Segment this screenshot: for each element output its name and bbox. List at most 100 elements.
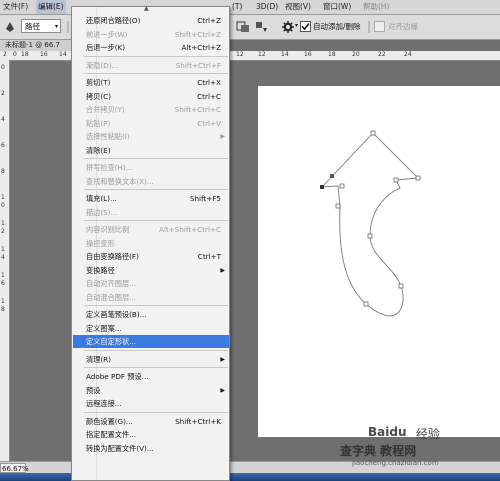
ruler-tick-label: 1	[1, 246, 5, 253]
toolbar-divider	[368, 21, 370, 33]
menu-item-label: 还原闭合路径(O)	[86, 16, 141, 25]
menu-item[interactable]: 自动对齐图层...	[73, 277, 229, 290]
menu-item[interactable]: 自动混合图层...	[73, 291, 229, 304]
drawn-path[interactable]	[258, 86, 500, 437]
menu-item[interactable]: 清理(R) ▶	[73, 353, 229, 366]
menu-item[interactable]: 填充(L)... Shift+F5	[73, 192, 229, 205]
anchor-point-icon[interactable]	[370, 130, 376, 136]
menu-3d[interactable]: 3D(D)	[256, 0, 278, 14]
menu-item[interactable]: 远程连接...	[73, 397, 229, 410]
menu-item-shortcut: Shift+Ctrl+F	[175, 60, 221, 70]
anchor-point-icon[interactable]	[367, 233, 373, 239]
menu-item[interactable]: 变换路径 ▶	[73, 264, 229, 277]
menu-file[interactable]: 文件(F)	[3, 0, 28, 14]
menu-item-label: 自由变换路径(F)	[86, 252, 139, 261]
menu-edit[interactable]: 编辑(E)	[36, 0, 66, 14]
menu-item[interactable]: 渐隐(D)... Shift+Ctrl+F	[73, 59, 229, 72]
menu-tools-partial[interactable]: (T)	[232, 0, 242, 14]
menu-item-label: Adobe PDF 预设...	[86, 372, 149, 381]
path-combine-icon[interactable]	[236, 21, 250, 33]
anchor-point-icon[interactable]	[393, 177, 399, 183]
menu-item[interactable]: 选择性粘贴(I) ▶	[73, 130, 229, 143]
menu-item[interactable]: 描边(S)...	[73, 206, 229, 219]
zoom-field[interactable]: 66.67%	[0, 463, 29, 473]
anchor-point-icon[interactable]	[320, 185, 324, 189]
menu-item-shortcut: Ctrl+Z	[197, 16, 221, 25]
menu-item[interactable]: 自由变换路径(F) Ctrl+T	[73, 250, 229, 263]
menu-item-label: 选择性粘贴(I)	[86, 132, 130, 141]
anchor-point-icon[interactable]	[398, 283, 404, 289]
anchor-point-icon[interactable]	[415, 175, 421, 181]
menu-item-label: 粘贴(P)	[86, 118, 111, 128]
auto-add-delete-label: 自动添加/删除	[313, 22, 361, 31]
menu-item-label: 自动混合图层...	[86, 292, 136, 302]
menu-item[interactable]: 定义画笔预设(B)...	[73, 308, 229, 321]
document-canvas[interactable]	[258, 86, 500, 437]
menu-item[interactable]: 后退一步(K) Alt+Ctrl+Z	[73, 41, 229, 54]
menu-item-shortcut: Shift+Ctrl+Z	[174, 29, 221, 39]
menu-item[interactable]: 剪切(T) Ctrl+X	[73, 76, 229, 89]
menu-item[interactable]: 定义自定形状...	[73, 335, 229, 348]
anchor-point-icon[interactable]	[330, 174, 334, 178]
menu-item[interactable]: 粘贴(P) Ctrl+V	[73, 117, 229, 130]
path-mode-select[interactable]: 路径 ▾	[21, 19, 61, 33]
path-arrange-icon[interactable]	[254, 20, 268, 34]
menu-separator	[84, 220, 228, 221]
menu-item-label: 合并拷贝(Y)	[86, 105, 125, 114]
menu-item-label: 定义图案...	[86, 323, 122, 333]
ruler-tick-label: 22	[378, 51, 386, 58]
anchor-point-icon[interactable]	[339, 183, 345, 189]
document-tab[interactable]: 未标题-1 @ 66.7	[5, 40, 60, 51]
ruler-left: 0 2 4 6 8 1 0 1 2 1 4 1 6 1 8	[0, 60, 10, 461]
menu-item[interactable]: 预设 ▶	[73, 384, 229, 397]
menu-item[interactable]: 合并拷贝(Y) Shift+Ctrl+C	[73, 103, 229, 116]
menu-item[interactable]: Adobe PDF 预设...	[73, 370, 229, 383]
menu-item[interactable]: 清除(E)	[73, 144, 229, 157]
anchor-point-icon[interactable]	[335, 203, 341, 209]
menu-item[interactable]: 拷贝(C) Ctrl+C	[73, 90, 229, 103]
menu-item-shortcut: Ctrl+T	[197, 252, 221, 261]
gear-icon[interactable]	[282, 21, 294, 33]
auto-add-delete-checkbox[interactable]	[300, 21, 311, 32]
menu-item-label: 指定配置文件...	[86, 430, 136, 439]
triangle-right-icon: ▶	[220, 266, 225, 274]
ruler-tick-label: 18	[21, 51, 29, 58]
menu-item-label: 转换为配置文件(V)...	[86, 443, 154, 453]
menu-view[interactable]: 视图(V)	[285, 0, 311, 14]
menu-item[interactable]: 查找和替换文本(X)...	[73, 175, 229, 188]
menu-separator	[84, 349, 228, 351]
menu-item-label: 操控变形	[86, 238, 115, 248]
menu-item[interactable]: 指定配置文件...	[73, 428, 229, 441]
menu-item[interactable]: 定义图案...	[73, 322, 229, 335]
menu-item[interactable]: 前进一步(W) Shift+Ctrl+Z	[73, 28, 229, 41]
ruler-tick-label: 12	[258, 51, 266, 58]
menu-item[interactable]: 还原闭合路径(O) Ctrl+Z	[73, 14, 229, 27]
menu-window[interactable]: 窗口(W)	[323, 0, 351, 14]
menu-item-label: 变换路径	[86, 265, 115, 275]
menu-item-label: 填充(L)...	[86, 194, 117, 203]
ruler-tick-label: 0	[1, 64, 5, 71]
anchor-point-icon[interactable]	[363, 301, 369, 307]
watermark: Baidu 经验 查字典 教程网 jiaocheng.chazidian.com	[338, 425, 498, 473]
menu-item[interactable]: 操控变形	[73, 237, 229, 250]
triangle-right-icon: ▶	[220, 355, 225, 363]
path-mode-value: 路径	[25, 22, 40, 31]
menu-item[interactable]: 颜色设置(G)... Shift+Ctrl+K	[73, 415, 229, 428]
menu-help[interactable]: 帮助(H)	[363, 0, 390, 14]
triangle-up-icon[interactable]: ▲	[144, 5, 149, 12]
menu-item[interactable]: 内容识别比例 Alt+Shift+Ctrl+C	[73, 223, 229, 236]
menu-item-label: 拼写检查(H)...	[86, 163, 133, 172]
pen-tool-icon[interactable]	[4, 21, 16, 33]
menu-item[interactable]: 拼写检查(H)...	[73, 161, 229, 174]
ruler-tick-label: 0	[1, 202, 5, 209]
ruler-tick-label: 14	[59, 51, 67, 58]
align-edges-checkbox[interactable]	[374, 21, 385, 32]
ruler-tick-label: 4	[1, 116, 5, 123]
document-tab-bar: 未标题-1 @ 66.7	[0, 40, 76, 51]
menu-item-label: 渐隐(D)...	[86, 60, 119, 70]
menu-item-shortcut: Shift+Ctrl+K	[175, 416, 221, 426]
gear-dropdown-icon[interactable]: ▾	[295, 22, 298, 29]
toolbar-divider	[67, 21, 69, 33]
menu-item[interactable]: 转换为配置文件(V)...	[73, 442, 229, 455]
align-edges-label: 对齐边缘	[388, 22, 418, 31]
